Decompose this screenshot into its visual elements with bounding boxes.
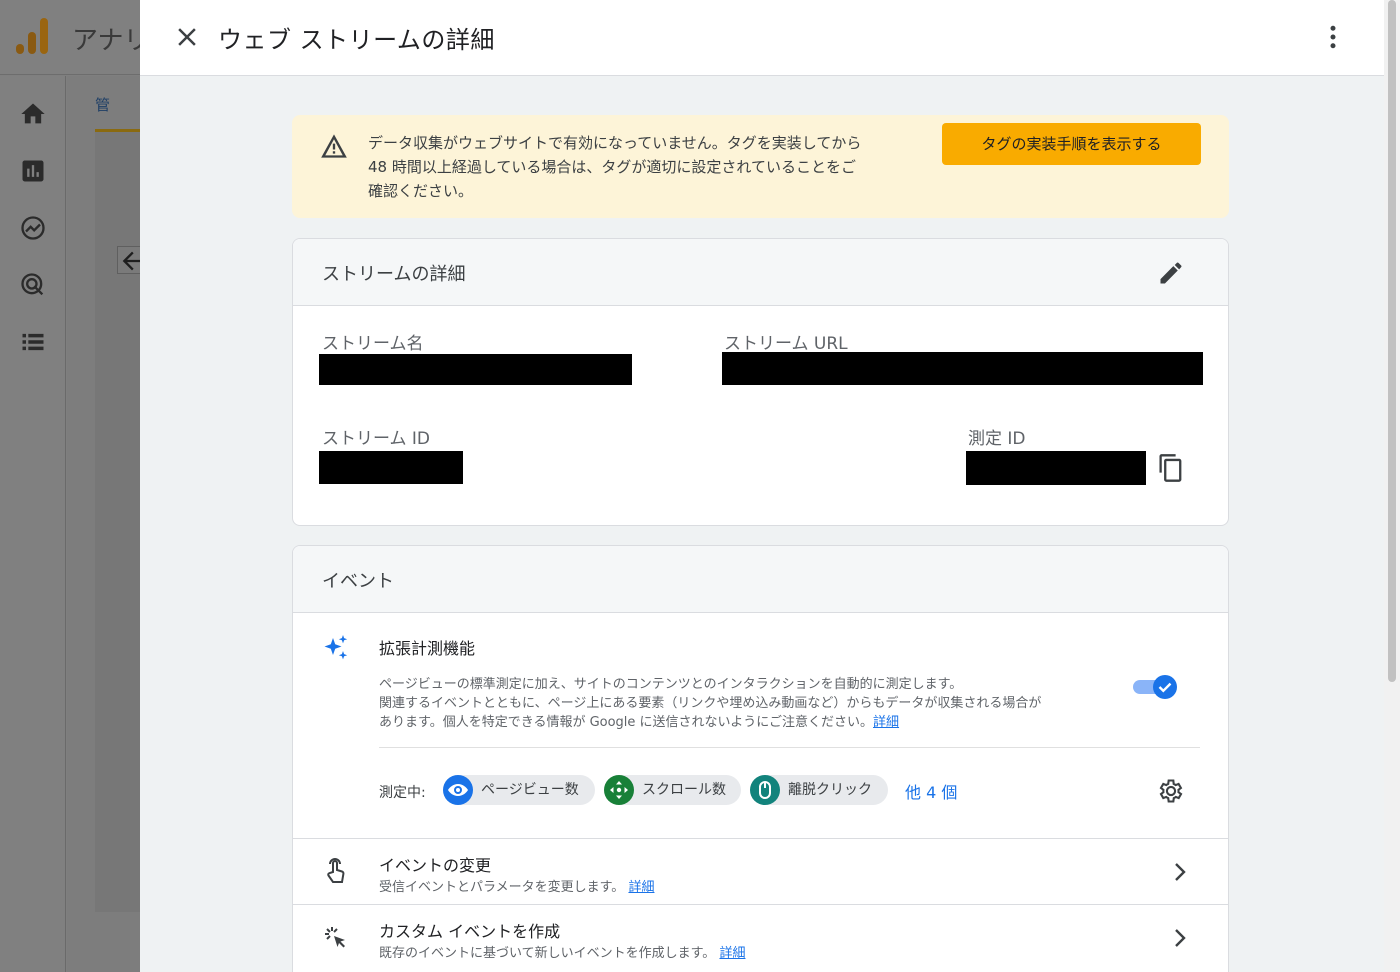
drawer-title: ウェブ ストリームの詳細 <box>218 26 495 54</box>
more-events-link[interactable]: 他 4 個 <box>905 779 957 803</box>
stream-name-label: ストリーム名 <box>322 334 424 354</box>
measuring-label: 測定中: <box>379 785 426 801</box>
drawer-scrollbar[interactable] <box>1384 0 1400 972</box>
view-tag-instructions-button[interactable]: タグの実装手順を表示する <box>942 123 1201 165</box>
stream-url-redacted <box>722 352 1203 385</box>
stream-url-label: ストリーム URL <box>724 334 848 354</box>
card-header: ストリームの詳細 <box>293 239 1228 306</box>
sparkle-icon <box>324 635 348 660</box>
background-content: 管 <box>67 76 147 972</box>
data-collection-warning-banner: データ収集がウェブサイトで有効になっていません。タグを実装してから 48 時間以… <box>292 115 1229 218</box>
home-icon[interactable] <box>19 100 47 128</box>
edit-pencil-icon[interactable] <box>1157 259 1185 287</box>
events-card: イベント 拡張計測機能 ページビューの標準測定に加え、サイトのコンテンツとのイン… <box>292 545 1229 972</box>
measurement-id-redacted <box>966 451 1146 485</box>
list-icon[interactable] <box>19 328 47 356</box>
touch-icon <box>327 858 345 883</box>
web-stream-details-drawer: ウェブ ストリームの詳細 データ収集がウェブサイトで有効になっていません。タグを… <box>140 0 1384 972</box>
stream-details-card: ストリームの詳細 ストリーム名 ストリーム URL ストリーム ID 測定 ID <box>292 238 1229 526</box>
card-title: イベント <box>322 571 394 592</box>
close-icon[interactable] <box>172 22 202 52</box>
analytics-logo-icon <box>16 18 48 54</box>
chip-scrolls[interactable]: スクロール数 <box>604 775 741 805</box>
card-header: イベント <box>293 546 1228 613</box>
more-vert-icon[interactable] <box>1318 22 1348 52</box>
enhanced-measurement-title: 拡張計測機能 <box>379 639 476 658</box>
explore-icon[interactable] <box>19 214 47 242</box>
chip-page-views[interactable]: ページビュー数 <box>443 775 595 805</box>
row-title: カスタム イベントを作成 <box>379 922 561 941</box>
learn-more-link[interactable]: 詳細 <box>628 880 654 895</box>
enhanced-measurement-section: 拡張計測機能 ページビューの標準測定に加え、サイトのコンテンツとのインタラクショ… <box>293 614 1228 838</box>
drawer-header: ウェブ ストリームの詳細 <box>140 0 1384 76</box>
app-title: アナリ <box>72 26 150 56</box>
gear-icon[interactable] <box>1157 777 1185 805</box>
create-custom-event-row[interactable]: カスタム イベントを作成 既存のイベントに基づいて新しいイベントを作成します。 … <box>293 904 1228 970</box>
learn-more-link[interactable]: 詳細 <box>873 715 899 730</box>
stream-id-label: ストリーム ID <box>322 429 430 449</box>
card-title: ストリームの詳細 <box>322 264 466 285</box>
stream-id-redacted <box>319 451 463 484</box>
advertising-icon[interactable] <box>19 271 47 299</box>
warning-text: データ収集がウェブサイトで有効になっていません。タグを実装してから 48 時間以… <box>368 134 862 200</box>
row-title: イベントの変更 <box>379 856 492 875</box>
enhanced-measurement-toggle[interactable] <box>1133 672 1179 700</box>
section-divider <box>379 747 1200 748</box>
scroll-arrows-icon <box>604 775 634 805</box>
nav-rail <box>0 76 66 972</box>
row-subtitle: 受信イベントとパラメータを変更します。 詳細 <box>379 880 655 895</box>
enhanced-measurement-description: ページビューの標準測定に加え、サイトのコンテンツとのインタラクションを自動的に測… <box>379 677 1042 730</box>
modify-events-row[interactable]: イベントの変更 受信イベントとパラメータを変更します。 詳細 <box>293 838 1228 904</box>
warning-icon <box>321 134 347 158</box>
reports-icon[interactable] <box>19 157 47 185</box>
stream-name-redacted <box>319 354 632 385</box>
copy-icon[interactable] <box>1157 453 1185 483</box>
row-subtitle: 既存のイベントに基づいて新しいイベントを作成します。 詳細 <box>379 946 746 961</box>
measurement-id-label: 測定 ID <box>968 429 1026 449</box>
admin-tab: 管 <box>95 96 111 114</box>
click-sparkle-icon <box>325 927 345 948</box>
scrollbar-thumb[interactable] <box>1388 0 1396 682</box>
chevron-right-icon <box>1175 863 1186 881</box>
learn-more-link[interactable]: 詳細 <box>719 946 745 961</box>
chevron-right-icon <box>1175 929 1186 947</box>
chip-outbound-clicks[interactable]: 離脱クリック <box>750 775 888 805</box>
eye-icon <box>443 775 473 805</box>
mouse-icon <box>750 775 780 805</box>
